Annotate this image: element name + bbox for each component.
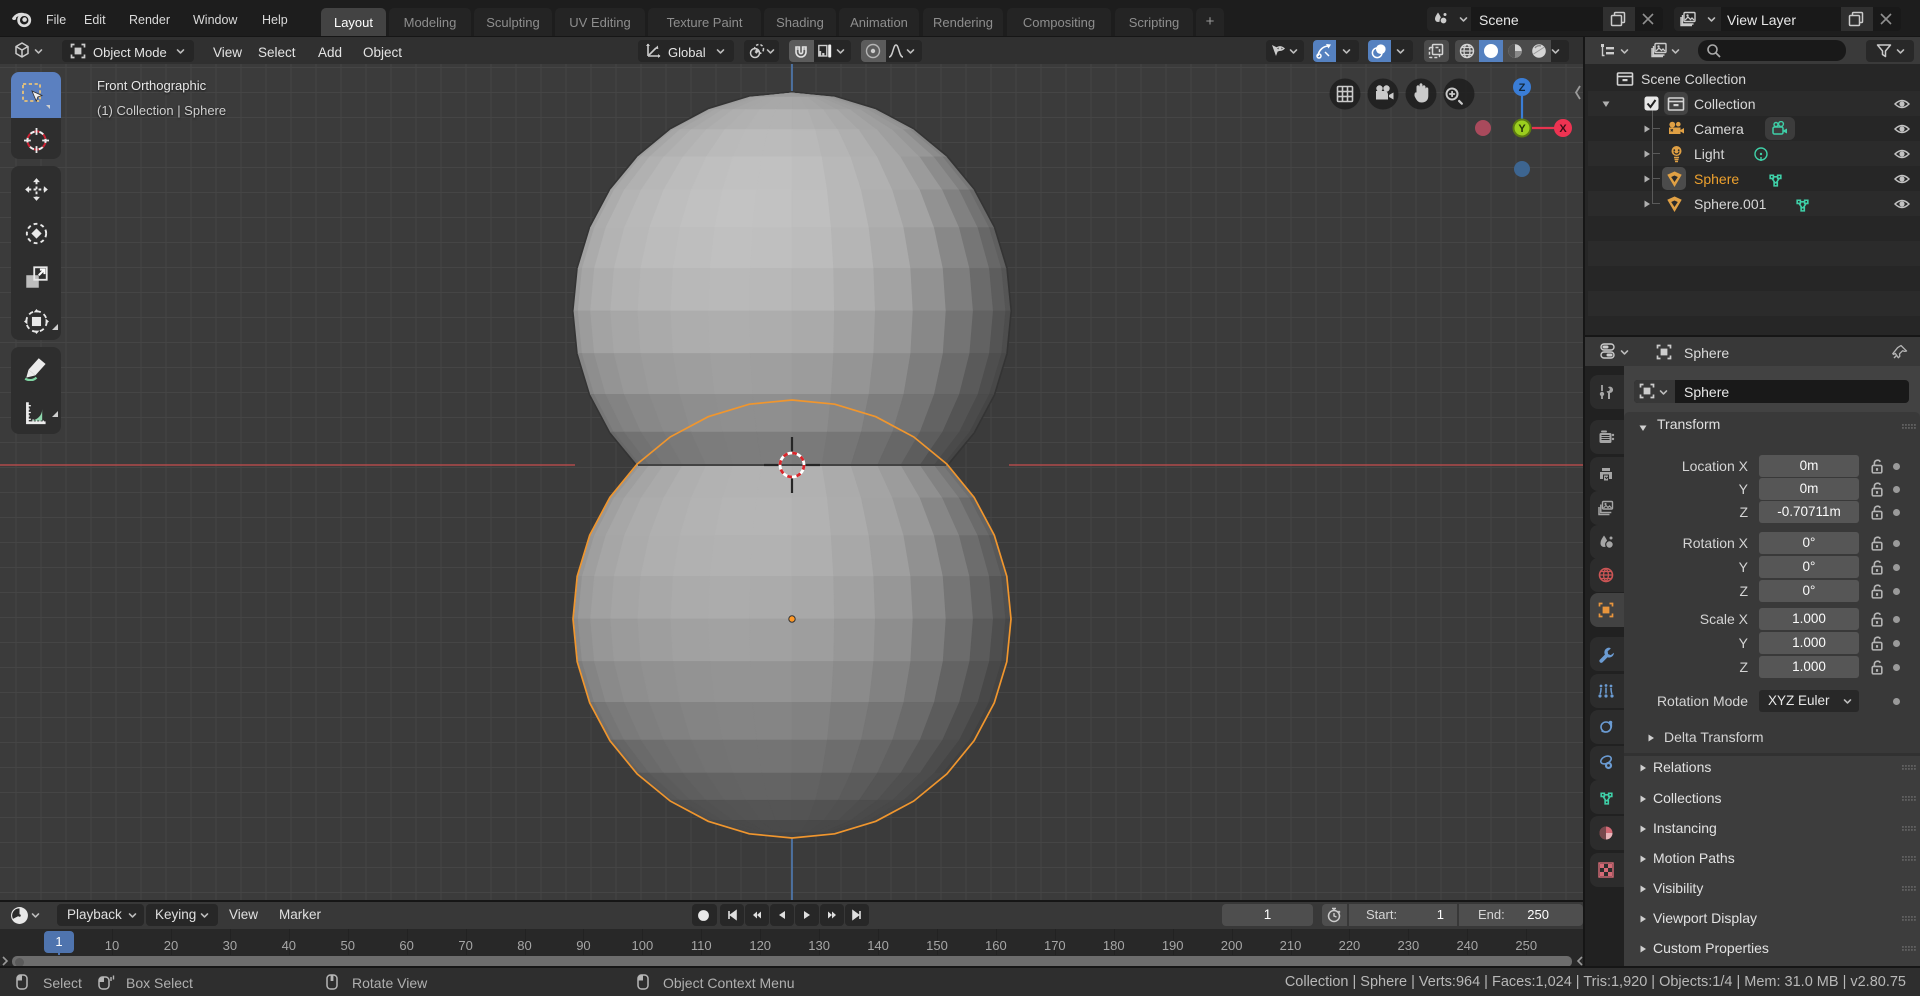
svg-text:Z: Z [1519, 82, 1526, 94]
svg-text:Y: Y [1518, 123, 1526, 135]
svg-text:X: X [1559, 123, 1567, 135]
